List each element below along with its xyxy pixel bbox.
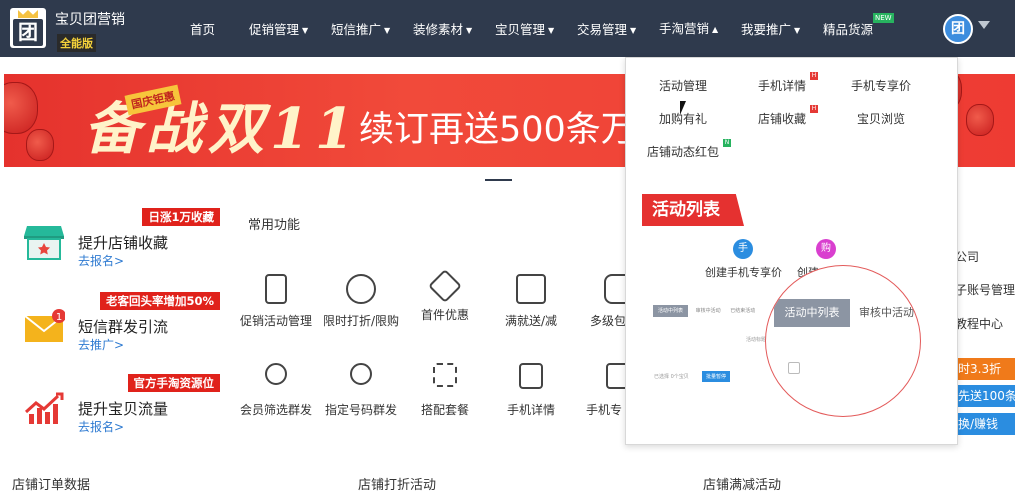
app-logo[interactable]: 团 (10, 8, 46, 48)
promo-button-discount[interactable]: 时3.3折 (955, 358, 1015, 380)
promo-title: 提升店铺收藏 (78, 234, 169, 252)
user-mail-icon (265, 363, 287, 385)
brand-name: 宝贝团营销 (55, 12, 125, 28)
subaccount-link[interactable]: 子账号管理 (955, 281, 1015, 298)
func-mobile-detail[interactable]: 手机详情 (486, 363, 576, 418)
mail-icon: 1 (24, 309, 65, 342)
nav-sms[interactable]: 短信推广 ▼ (331, 19, 390, 38)
caret-down-icon: ▼ (302, 26, 309, 35)
store-icon (24, 226, 64, 260)
common-functions-title: 常用功能 (248, 218, 301, 233)
func-timed-discount[interactable]: 限时打折/限购 (316, 274, 406, 329)
tag-icon (428, 269, 462, 303)
thumbnail-tabs: 活动中列表 审核中活动 已结束活动 (653, 305, 755, 317)
func-number-sms[interactable]: 指定号码群发 (316, 363, 406, 418)
func-first-item[interactable]: 首件优惠 (400, 269, 490, 323)
list-icon (265, 274, 287, 304)
menu-store-redpacket[interactable]: 店铺动态红包 (647, 143, 719, 160)
promo-ribbon: 官方手淘资源位 (127, 374, 220, 392)
nav-trade[interactable]: 交易管理 ▼ (577, 19, 636, 38)
zoom-tab-review: 审核中活动 (859, 306, 914, 319)
new-badge: NEW (873, 13, 894, 23)
activity-list-ribbon: 活动列表 (642, 194, 744, 226)
menu-store-favorite[interactable]: 店铺收藏 (758, 110, 806, 127)
nav-advertise[interactable]: 我要推广 ▼ (741, 19, 800, 38)
nav-sourcing[interactable]: 精品货源 (823, 19, 873, 38)
cart-icon: 购 (816, 239, 836, 259)
lantern-icon (26, 129, 54, 161)
nav-decoration[interactable]: 装修素材 ▼ (413, 19, 472, 38)
caret-down-icon: ▼ (794, 26, 801, 35)
caret-down-icon: ▼ (384, 26, 391, 35)
thumb-col-title: 活动标题 (746, 337, 767, 343)
promo-link[interactable]: 去推广> (78, 336, 124, 353)
thumb-selected: 已选择 0个宝贝 (654, 374, 689, 380)
caret-down-icon: ▼ (466, 26, 473, 35)
zoom-magnifier: 活动中列表 审核中活动 (765, 265, 921, 417)
svg-text:1: 1 (56, 312, 62, 323)
user-mail-icon (350, 363, 372, 385)
promo-title: 短信群发引流 (78, 318, 169, 336)
func-promo-manage[interactable]: 促销活动管理 (231, 274, 321, 329)
edit-doc-icon (519, 363, 543, 389)
growth-chart-icon (24, 392, 64, 424)
promo-link[interactable]: 去报名> (78, 418, 124, 435)
caret-down-icon: ▼ (630, 26, 637, 35)
nav-home[interactable]: 首页 (190, 19, 215, 38)
menu-item-browse[interactable]: 宝贝浏览 (857, 110, 905, 127)
promo-title: 提升宝贝流量 (78, 400, 169, 418)
top-navbar: 团 宝贝团营销 全能版 首页 促销管理 ▼ 短信推广 ▼ 装修素材 ▼ 宝贝管理 ▼ 交… (0, 0, 1015, 57)
store-discount-heading: 店铺打折活动 (358, 478, 437, 493)
crown-icon (18, 10, 38, 18)
hot-badge: H (810, 105, 818, 113)
company-link[interactable]: 公司 (955, 248, 979, 265)
caret-up-icon: ▲ (712, 25, 719, 34)
promo-button-earn[interactable]: 换/赚钱 (955, 413, 1015, 435)
logo-mark: 团 (13, 19, 43, 46)
user-avatar[interactable]: 团 (943, 14, 973, 44)
clock-icon (346, 274, 376, 304)
nav-mobile-marketing[interactable]: 手淘营销 ▲ (652, 0, 726, 57)
banner-subtitle: 续订再送500条万 (359, 110, 636, 150)
mouse-cursor-icon (680, 101, 686, 115)
gift-icon (516, 274, 546, 304)
zoom-tab-active-list: 活动中列表 (774, 299, 850, 327)
promo-sms[interactable]: 老客回头率增加50% 1 短信群发引流 去推广> (20, 292, 220, 352)
new-badge: N (723, 139, 731, 147)
zoom-checkbox (788, 362, 800, 374)
grid-icon (433, 363, 457, 387)
lantern-icon (4, 82, 38, 134)
create-mobile-price-label: 创建手机专享价 (705, 266, 782, 279)
promo-button-sms[interactable]: 先送100条 (955, 385, 1015, 407)
promo-store-favorites[interactable]: 日涨1万收藏 提升店铺收藏 去报名> (20, 208, 220, 268)
promo-link[interactable]: 去报名> (78, 252, 124, 269)
tutorial-link[interactable]: 教程中心 (955, 315, 1003, 332)
promo-ribbon: 日涨1万收藏 (142, 208, 220, 226)
menu-mobile-price[interactable]: 手机专享价 (851, 77, 911, 94)
menu-mobile-detail[interactable]: 手机详情 (758, 77, 806, 94)
lantern-icon (966, 104, 994, 136)
func-member-sms[interactable]: 会员筛选群发 (231, 363, 321, 418)
chevron-down-icon[interactable] (978, 21, 990, 29)
edition-badge: 全能版 (57, 34, 96, 52)
promo-ribbon: 老客回头率增加50% (99, 292, 220, 310)
carousel-indicator[interactable] (485, 179, 512, 181)
nav-items[interactable]: 宝贝管理 ▼ (495, 19, 554, 38)
menu-activity-manage[interactable]: 活动管理 (659, 77, 707, 94)
func-bundle[interactable]: 搭配套餐 (400, 363, 490, 418)
nav-promotion[interactable]: 促销管理 ▼ (249, 19, 308, 38)
func-full-gift[interactable]: 满就送/减 (486, 274, 576, 329)
mobile-price-icon: 手 (733, 239, 753, 259)
promo-traffic[interactable]: 官方手淘资源位 提升宝贝流量 去报名> (20, 374, 220, 434)
hot-badge: H (810, 72, 818, 80)
store-orders-heading: 店铺订单数据 (12, 478, 91, 493)
store-fullreduce-heading: 店铺满减活动 (703, 478, 782, 493)
caret-down-icon: ▼ (548, 26, 555, 35)
thumb-pause-button: 批量暂停 (702, 371, 731, 382)
